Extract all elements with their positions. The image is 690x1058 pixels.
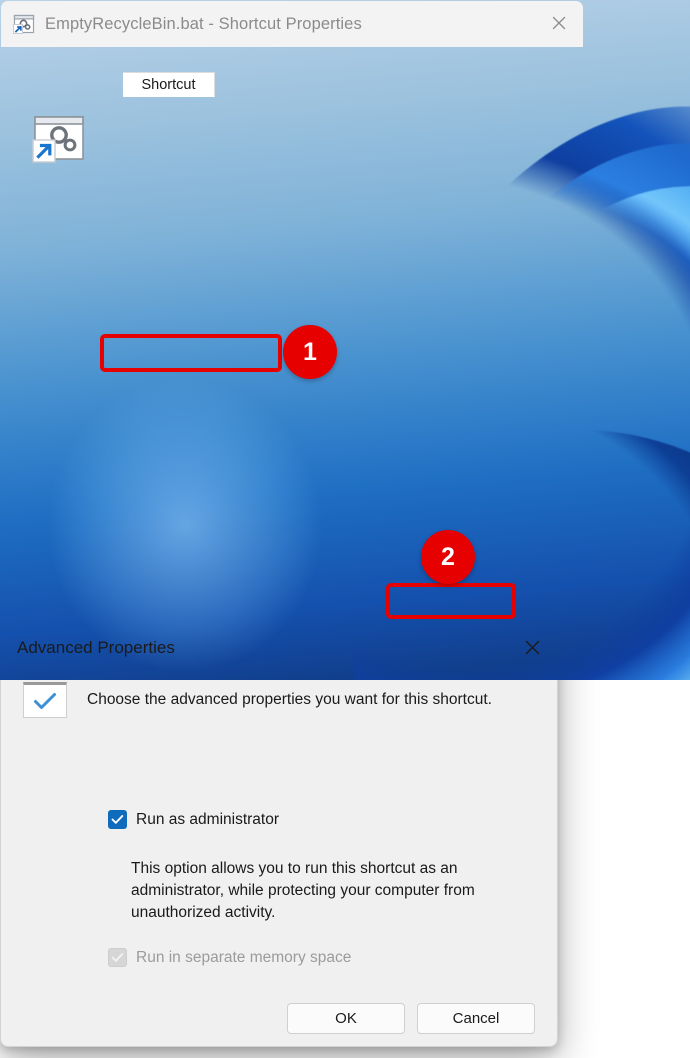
tab-shortcut[interactable]: Shortcut [123, 72, 215, 97]
advanced-intro-row: Choose the advanced properties you want … [23, 682, 535, 718]
advanced-dialog-title-bar: Advanced Properties [1, 626, 557, 670]
advanced-properties-dialog: Advanced Properties Choose the advanced … [0, 625, 558, 1047]
run-as-administrator-checkbox[interactable] [108, 810, 127, 829]
cancel-button[interactable]: Cancel [417, 1003, 535, 1034]
tab-label: Shortcut [141, 76, 196, 93]
run-as-administrator-checkbox-row[interactable]: Run as administrator [108, 810, 279, 829]
checkmark-icon [23, 682, 67, 718]
annotation-badge-1: 1 [283, 325, 337, 379]
console-shortcut-icon [13, 14, 35, 34]
run-in-separate-memory-space-checkbox-row: Run in separate memory space [108, 948, 351, 967]
annotation-badge-2: 2 [421, 530, 475, 584]
close-icon[interactable] [509, 626, 555, 668]
console-shortcut-icon [32, 115, 88, 163]
desktop-wallpaper [0, 0, 690, 680]
run-in-separate-memory-space-label: Run in separate memory space [136, 948, 352, 966]
run-as-administrator-label: Run as administrator [136, 810, 280, 828]
run-in-separate-memory-space-checkbox [108, 948, 127, 967]
advanced-dialog-title: Advanced Properties [17, 638, 175, 657]
advanced-dialog-body: Choose the advanced properties you want … [1, 682, 557, 1058]
advanced-intro-text: Choose the advanced properties you want … [87, 691, 492, 708]
advanced-dialog-button-row: OK Cancel [287, 1003, 535, 1034]
close-icon[interactable] [535, 1, 583, 45]
properties-title-bar: EmptyRecycleBin.bat - Shortcut Propertie… [1, 1, 583, 47]
run-as-administrator-description: This option allows you to run this short… [131, 860, 475, 921]
ok-button[interactable]: OK [287, 1003, 405, 1034]
properties-window-title: EmptyRecycleBin.bat - Shortcut Propertie… [45, 14, 362, 33]
